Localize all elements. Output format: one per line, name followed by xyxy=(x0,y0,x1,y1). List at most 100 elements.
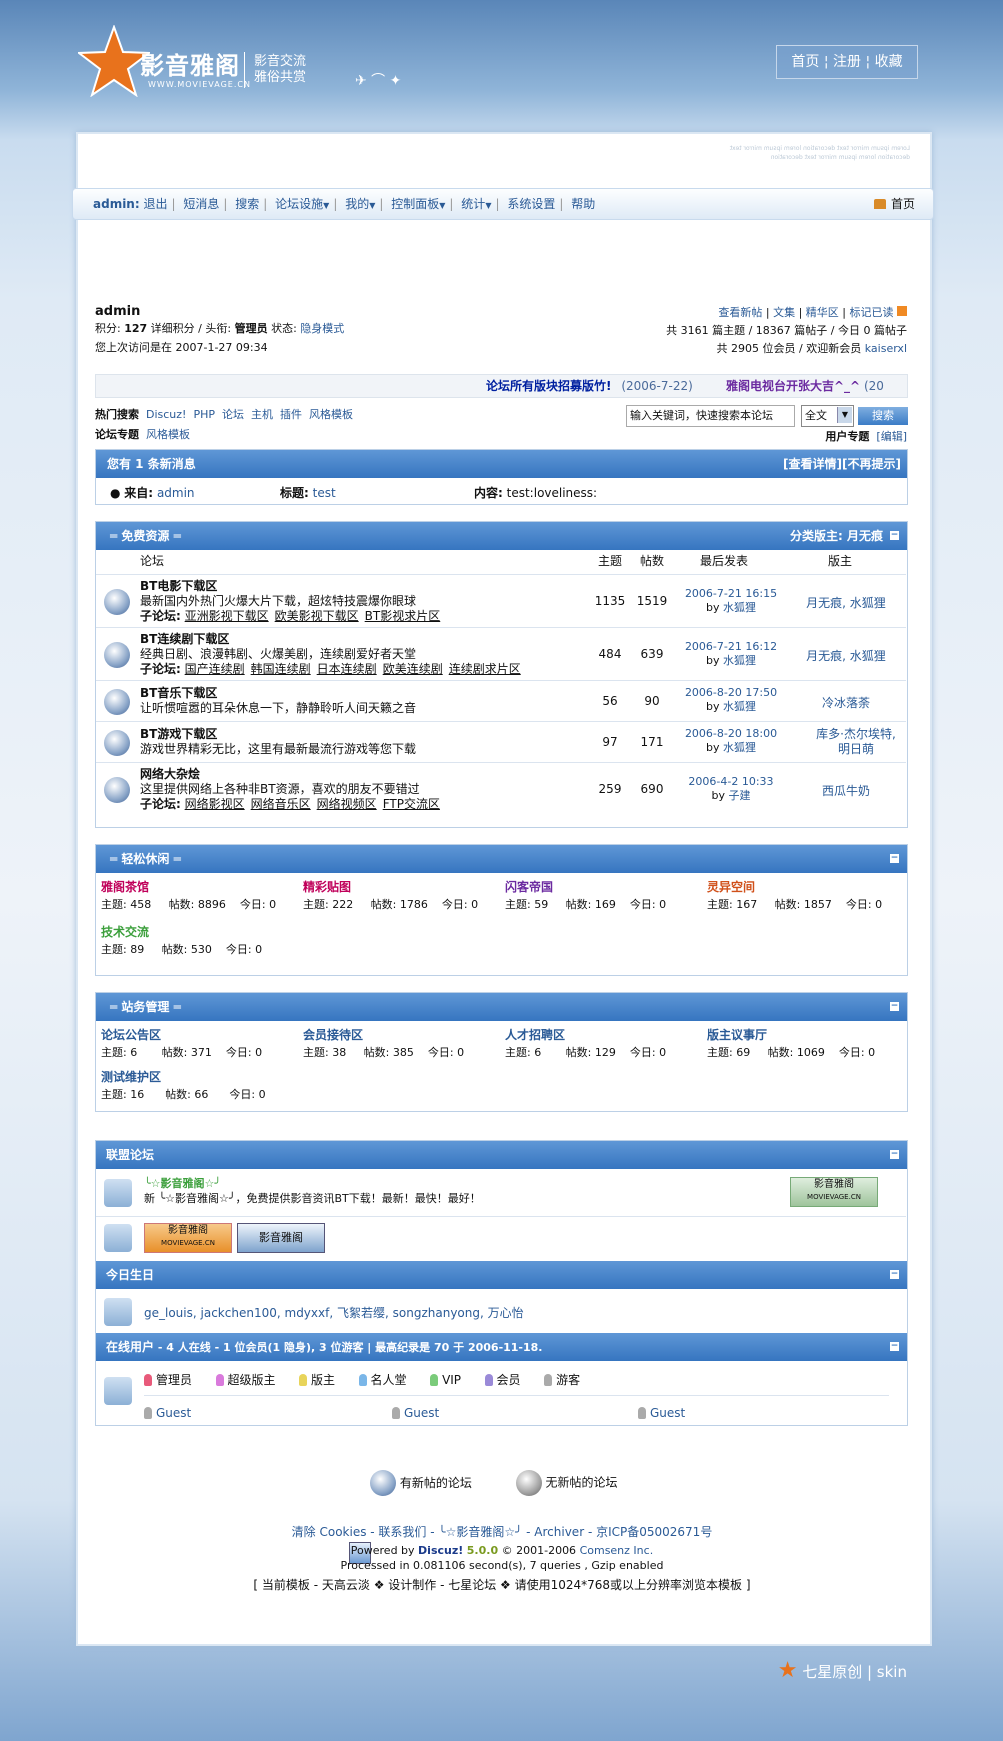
last-post-user[interactable]: 水狐狸 xyxy=(723,741,756,754)
top-link-bookmark[interactable]: 收藏 xyxy=(875,54,903,70)
forum-moderators[interactable]: 冷冰落荼 xyxy=(786,694,906,711)
nav-home[interactable]: 首页 xyxy=(873,189,915,219)
category-title[interactable]: 轻松休闲 xyxy=(121,852,169,866)
forum-name[interactable]: BT游戏下载区 xyxy=(140,727,416,742)
pm-dismiss[interactable]: [不再提示] xyxy=(842,457,901,471)
forum-name[interactable]: BT音乐下载区 xyxy=(140,686,416,701)
last-post-time[interactable]: 2006-8-20 18:00 xyxy=(676,727,786,741)
category-title[interactable]: 免费资源 xyxy=(121,529,169,543)
online-user[interactable]: Guest xyxy=(144,1406,191,1420)
subforum-link[interactable]: 欧美影视下载区 xyxy=(275,609,359,623)
subforum-link[interactable]: 欧美连续剧 xyxy=(383,662,443,676)
online-user[interactable]: Guest xyxy=(638,1406,685,1420)
subforum-link[interactable]: 网络影视区 xyxy=(185,797,245,811)
forum-name[interactable]: 论坛公告区 xyxy=(101,1027,281,1044)
announce-1[interactable]: 论坛所有版块招募版竹! xyxy=(486,379,611,393)
birthday-user[interactable]: songzhanyong xyxy=(393,1306,480,1320)
subforum-link[interactable]: 韩国连续剧 xyxy=(251,662,311,676)
link-collections[interactable]: 文集 xyxy=(773,306,795,319)
hot-tag[interactable]: Discuz! xyxy=(146,408,186,421)
forum-name[interactable]: BT连续剧下载区 xyxy=(140,632,527,647)
logo-text[interactable]: 影音雅阁 xyxy=(140,46,240,81)
status-toggle[interactable]: 隐身模式 xyxy=(300,322,344,335)
link-banner[interactable]: 影音雅阁 MOVIEVAGE.CN xyxy=(790,1177,878,1207)
forum-name[interactable]: 闪客帝国 xyxy=(505,879,685,896)
collapse-icon[interactable]: − xyxy=(890,1342,899,1351)
collapse-icon[interactable]: − xyxy=(890,1270,899,1279)
online-header[interactable]: 在线用户 xyxy=(106,1340,154,1354)
forum-name[interactable]: 测试维护区 xyxy=(101,1069,281,1086)
nav-messages[interactable]: 短消息 xyxy=(183,197,219,211)
hot-tag[interactable]: PHP xyxy=(193,408,215,421)
nav-stats[interactable]: 统计 xyxy=(461,197,485,211)
newest-member[interactable]: kaiserxl xyxy=(865,342,907,355)
link-new-posts[interactable]: 查看新帖 xyxy=(718,306,762,319)
last-post-time[interactable]: 2006-8-20 17:50 xyxy=(676,686,786,700)
hot-tag[interactable]: 主机 xyxy=(251,408,273,421)
forum-name[interactable]: BT电影下载区 xyxy=(140,579,446,594)
collapse-icon[interactable]: − xyxy=(890,854,899,863)
last-post-user[interactable]: 子建 xyxy=(729,789,751,802)
forum-name[interactable]: 网络大杂烩 xyxy=(140,767,446,782)
topic-link[interactable]: 风格模板 xyxy=(146,428,190,441)
forum-name[interactable]: 精彩贴图 xyxy=(303,879,483,896)
rss-icon[interactable] xyxy=(897,306,907,316)
subforum-link[interactable]: 连续剧求片区 xyxy=(449,662,521,676)
top-link-register[interactable]: 注册 xyxy=(833,54,861,70)
collapse-icon[interactable]: − xyxy=(890,531,899,540)
birthday-user[interactable]: 飞絮若缨 xyxy=(337,1306,385,1320)
comsenz-link[interactable]: Comsenz Inc. xyxy=(580,1544,654,1557)
link-logo-1[interactable]: 影音雅阁 MOVIEVAGE.CN xyxy=(144,1223,232,1253)
birthday-user[interactable]: mdyxxf xyxy=(285,1306,330,1320)
last-post-user[interactable]: 水狐狸 xyxy=(723,601,756,614)
forum-moderators[interactable]: 月无痕, 水狐狸 xyxy=(786,594,906,611)
forum-name[interactable]: 雅阁茶馆 xyxy=(101,879,281,896)
edit-link[interactable]: [编辑] xyxy=(876,430,907,443)
last-post-time[interactable]: 2006-7-21 16:15 xyxy=(676,587,786,601)
hot-tag[interactable]: 插件 xyxy=(280,408,302,421)
forum-name[interactable]: 灵异空间 xyxy=(707,879,887,896)
birthday-user[interactable]: ge_louis xyxy=(144,1306,193,1320)
top-link-home[interactable]: 首页 xyxy=(791,54,819,70)
search-button[interactable]: 搜索 xyxy=(858,407,908,425)
last-post-time[interactable]: 2006-7-21 16:12 xyxy=(676,640,786,654)
subforum-link[interactable]: 日本连续剧 xyxy=(317,662,377,676)
hot-tag[interactable]: 风格模板 xyxy=(309,408,353,421)
link-mark-read[interactable]: 标记已读 xyxy=(850,306,894,319)
nav-username[interactable]: admin: xyxy=(93,197,140,211)
last-post-user[interactable]: 水狐狸 xyxy=(723,700,756,713)
link-logo-2[interactable]: 影音雅阁 xyxy=(237,1223,325,1253)
forum-name[interactable]: 版主议事厅 xyxy=(707,1027,887,1044)
subforum-link[interactable]: 网络音乐区 xyxy=(251,797,311,811)
nav-logout[interactable]: 退出 xyxy=(143,197,167,211)
search-scope-select[interactable]: 全文 ▼ xyxy=(801,405,854,427)
category-title[interactable]: 站务管理 xyxy=(121,1000,169,1014)
nav-help[interactable]: 帮助 xyxy=(571,197,595,211)
birthday-user[interactable]: jackchen100 xyxy=(201,1306,277,1320)
hot-tag[interactable]: 论坛 xyxy=(222,408,244,421)
search-input[interactable]: 输入关键词，快速搜索本论坛 xyxy=(626,405,795,427)
nav-settings[interactable]: 系统设置 xyxy=(507,197,555,211)
subforum-link[interactable]: BT影视求片区 xyxy=(365,609,441,623)
last-post-time[interactable]: 2006-4-2 10:33 xyxy=(676,775,786,789)
announce-2[interactable]: 雅阁电视台开张大吉^_^ xyxy=(726,379,860,393)
pm-view[interactable]: [查看详情] xyxy=(783,457,842,471)
subforum-link[interactable]: FTP交流区 xyxy=(383,797,440,811)
link-digest[interactable]: 精华区 xyxy=(806,306,839,319)
subforum-link[interactable]: 国产连续剧 xyxy=(185,662,245,676)
birthday-user[interactable]: 万心怡 xyxy=(488,1306,524,1320)
pm-from[interactable]: admin xyxy=(157,486,195,500)
nav-cpanel[interactable]: 控制面板 xyxy=(391,197,439,211)
nav-facilities[interactable]: 论坛设施 xyxy=(275,197,323,211)
pm-title[interactable]: test xyxy=(313,486,336,500)
subforum-link[interactable]: 亚洲影视下载区 xyxy=(185,609,269,623)
forum-name[interactable]: 会员接待区 xyxy=(303,1027,483,1044)
last-post-user[interactable]: 水狐狸 xyxy=(723,654,756,667)
collapse-icon[interactable]: − xyxy=(890,1002,899,1011)
link-site-name[interactable]: ╰☆影音雅阁☆╯ xyxy=(144,1176,481,1191)
footer-links[interactable]: 清除 Cookies - 联系我们 - ╰☆影音雅阁☆╯ - Archiver … xyxy=(76,1523,928,1540)
collapse-icon[interactable]: − xyxy=(890,1150,899,1159)
forum-moderators[interactable]: 月无痕, 水狐狸 xyxy=(786,647,906,664)
discuz-link[interactable]: Discuz! xyxy=(418,1544,463,1557)
nav-my[interactable]: 我的 xyxy=(345,197,369,211)
